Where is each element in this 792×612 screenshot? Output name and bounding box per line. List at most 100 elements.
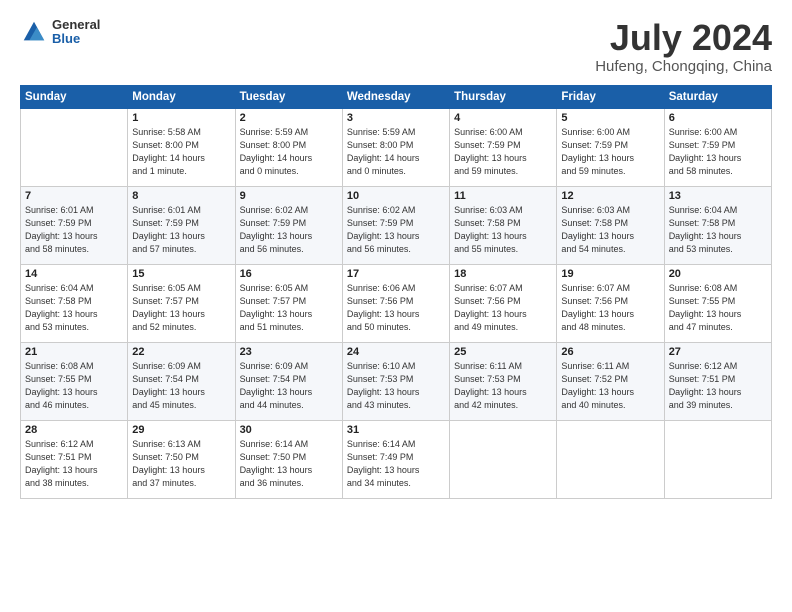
cell-date-number: 5: [561, 112, 659, 124]
calendar-week-3: 14 Sunrise: 6:04 AM Sunset: 7:58 PM Dayli…: [21, 264, 772, 342]
cell-date-number: 31: [347, 424, 445, 436]
cell-date-number: 28: [25, 424, 123, 436]
cell-daylight-info: Sunrise: 6:14 AM Sunset: 7:49 PM Dayligh…: [347, 438, 445, 490]
cell-daylight-info: Sunrise: 5:59 AM Sunset: 8:00 PM Dayligh…: [347, 126, 445, 178]
header: General Blue July 2024 Hufeng, Chongqing…: [20, 18, 772, 75]
cell-daylight-info: Sunrise: 6:12 AM Sunset: 7:51 PM Dayligh…: [25, 438, 123, 490]
cell-date-number: 9: [240, 190, 338, 202]
calendar-cell: 10Sunrise: 6:02 AM Sunset: 7:59 PM Dayli…: [342, 186, 449, 264]
cell-daylight-info: Sunrise: 6:08 AM Sunset: 7:55 PM Dayligh…: [25, 360, 123, 412]
calendar-cell: 31 Sunrise: 6:14 AM Sunset: 7:49 PM Dayli…: [342, 420, 449, 498]
calendar-table: Sunday Monday Tuesday Wednesday Thursday…: [20, 85, 772, 499]
cell-date-number: 14: [25, 268, 123, 280]
calendar-cell: 14 Sunrise: 6:04 AM Sunset: 7:58 PM Dayli…: [21, 264, 128, 342]
cell-date-number: 8: [132, 190, 230, 202]
cell-date-number: 4: [454, 112, 552, 124]
cell-date-number: 7: [25, 190, 123, 202]
cell-daylight-info: Sunrise: 6:05 AM Sunset: 7:57 PM Dayligh…: [240, 282, 338, 334]
cell-date-number: 1: [132, 112, 230, 124]
logo-text: General Blue: [52, 18, 100, 47]
calendar-cell: 9 Sunrise: 6:02 AM Sunset: 7:59 PM Daylig…: [235, 186, 342, 264]
calendar-cell: [557, 420, 664, 498]
calendar-cell: 7Sunrise: 6:01 AM Sunset: 7:59 PM Daylig…: [21, 186, 128, 264]
cell-daylight-info: Sunrise: 6:02 AM Sunset: 7:59 PM Dayligh…: [240, 204, 338, 256]
cell-date-number: 21: [25, 346, 123, 358]
calendar-cell: 29 Sunrise: 6:13 AM Sunset: 7:50 PM Dayli…: [128, 420, 235, 498]
calendar-cell: 22Sunrise: 6:09 AM Sunset: 7:54 PM Dayli…: [128, 342, 235, 420]
calendar-cell: 28 Sunrise: 6:12 AM Sunset: 7:51 PM Dayli…: [21, 420, 128, 498]
calendar-cell: 4Sunrise: 6:00 AM Sunset: 7:59 PM Daylig…: [450, 108, 557, 186]
col-sunday: Sunday: [21, 85, 128, 108]
cell-daylight-info: Sunrise: 6:13 AM Sunset: 7:50 PM Dayligh…: [132, 438, 230, 490]
logo-icon: [20, 18, 48, 46]
cell-daylight-info: Sunrise: 6:11 AM Sunset: 7:52 PM Dayligh…: [561, 360, 659, 412]
cell-date-number: 29: [132, 424, 230, 436]
calendar-cell: 6Sunrise: 6:00 AM Sunset: 7:59 PM Daylig…: [664, 108, 771, 186]
calendar-cell: 15Sunrise: 6:05 AM Sunset: 7:57 PM Dayli…: [128, 264, 235, 342]
cell-daylight-info: Sunrise: 6:04 AM Sunset: 7:58 PM Dayligh…: [669, 204, 767, 256]
cell-date-number: 18: [454, 268, 552, 280]
cell-daylight-info: Sunrise: 6:04 AM Sunset: 7:58 PM Dayligh…: [25, 282, 123, 334]
cell-daylight-info: Sunrise: 6:12 AM Sunset: 7:51 PM Dayligh…: [669, 360, 767, 412]
calendar-cell: 19Sunrise: 6:07 AM Sunset: 7:56 PM Dayli…: [557, 264, 664, 342]
cell-daylight-info: Sunrise: 6:08 AM Sunset: 7:55 PM Dayligh…: [669, 282, 767, 334]
logo-blue-text: Blue: [52, 32, 100, 46]
cell-date-number: 13: [669, 190, 767, 202]
cell-date-number: 24: [347, 346, 445, 358]
calendar-header-row: Sunday Monday Tuesday Wednesday Thursday…: [21, 85, 772, 108]
logo-general-text: General: [52, 18, 100, 32]
cell-daylight-info: Sunrise: 6:06 AM Sunset: 7:56 PM Dayligh…: [347, 282, 445, 334]
cell-date-number: 26: [561, 346, 659, 358]
calendar-cell: 20Sunrise: 6:08 AM Sunset: 7:55 PM Dayli…: [664, 264, 771, 342]
page: General Blue July 2024 Hufeng, Chongqing…: [0, 0, 792, 612]
cell-daylight-info: Sunrise: 6:09 AM Sunset: 7:54 PM Dayligh…: [240, 360, 338, 412]
cell-date-number: 15: [132, 268, 230, 280]
cell-daylight-info: Sunrise: 6:14 AM Sunset: 7:50 PM Dayligh…: [240, 438, 338, 490]
cell-daylight-info: Sunrise: 6:03 AM Sunset: 7:58 PM Dayligh…: [561, 204, 659, 256]
calendar-cell: 24Sunrise: 6:10 AM Sunset: 7:53 PM Dayli…: [342, 342, 449, 420]
cell-date-number: 30: [240, 424, 338, 436]
calendar-cell: [664, 420, 771, 498]
calendar-cell: 26 Sunrise: 6:11 AM Sunset: 7:52 PM Dayli…: [557, 342, 664, 420]
calendar-cell: 11Sunrise: 6:03 AM Sunset: 7:58 PM Dayli…: [450, 186, 557, 264]
cell-daylight-info: Sunrise: 5:59 AM Sunset: 8:00 PM Dayligh…: [240, 126, 338, 178]
cell-date-number: 23: [240, 346, 338, 358]
cell-date-number: 3: [347, 112, 445, 124]
col-thursday: Thursday: [450, 85, 557, 108]
cell-date-number: 17: [347, 268, 445, 280]
calendar-cell: 18 Sunrise: 6:07 AM Sunset: 7:56 PM Dayli…: [450, 264, 557, 342]
calendar-cell: 5 Sunrise: 6:00 AM Sunset: 7:59 PM Daylig…: [557, 108, 664, 186]
cell-date-number: 2: [240, 112, 338, 124]
calendar-week-5: 28 Sunrise: 6:12 AM Sunset: 7:51 PM Dayli…: [21, 420, 772, 498]
calendar-week-2: 7 Sunrise: 6:01 AM Sunset: 7:59 PM Daylig…: [21, 186, 772, 264]
cell-daylight-info: Sunrise: 6:07 AM Sunset: 7:56 PM Dayligh…: [454, 282, 552, 334]
main-title: July 2024: [595, 18, 772, 58]
cell-date-number: 12: [561, 190, 659, 202]
col-monday: Monday: [128, 85, 235, 108]
calendar-cell: 30 Sunrise: 6:14 AM Sunset: 7:50 PM Dayli…: [235, 420, 342, 498]
calendar-cell: 8 Sunrise: 6:01 AM Sunset: 7:59 PM Daylig…: [128, 186, 235, 264]
cell-daylight-info: Sunrise: 6:01 AM Sunset: 7:59 PM Dayligh…: [132, 204, 230, 256]
calendar-cell: 27 Sunrise: 6:12 AM Sunset: 7:51 PM Dayli…: [664, 342, 771, 420]
cell-date-number: 27: [669, 346, 767, 358]
title-block: July 2024 Hufeng, Chongqing, China: [595, 18, 772, 75]
cell-date-number: 16: [240, 268, 338, 280]
col-friday: Friday: [557, 85, 664, 108]
col-saturday: Saturday: [664, 85, 771, 108]
subtitle: Hufeng, Chongqing, China: [595, 58, 772, 75]
cell-date-number: 11: [454, 190, 552, 202]
col-wednesday: Wednesday: [342, 85, 449, 108]
calendar-cell: 17 Sunrise: 6:06 AM Sunset: 7:56 PM Dayli…: [342, 264, 449, 342]
col-tuesday: Tuesday: [235, 85, 342, 108]
cell-daylight-info: Sunrise: 6:11 AM Sunset: 7:53 PM Dayligh…: [454, 360, 552, 412]
calendar-cell: 12 Sunrise: 6:03 AM Sunset: 7:58 PM Dayli…: [557, 186, 664, 264]
cell-daylight-info: Sunrise: 6:00 AM Sunset: 7:59 PM Dayligh…: [561, 126, 659, 178]
calendar-week-1: 1Sunrise: 5:58 AM Sunset: 8:00 PM Daylig…: [21, 108, 772, 186]
calendar-cell: 21 Sunrise: 6:08 AM Sunset: 7:55 PM Dayli…: [21, 342, 128, 420]
calendar-cell: 23 Sunrise: 6:09 AM Sunset: 7:54 PM Dayli…: [235, 342, 342, 420]
calendar-cell: [450, 420, 557, 498]
logo: General Blue: [20, 18, 100, 47]
calendar-week-4: 21 Sunrise: 6:08 AM Sunset: 7:55 PM Dayli…: [21, 342, 772, 420]
cell-daylight-info: Sunrise: 6:09 AM Sunset: 7:54 PM Dayligh…: [132, 360, 230, 412]
cell-date-number: 19: [561, 268, 659, 280]
